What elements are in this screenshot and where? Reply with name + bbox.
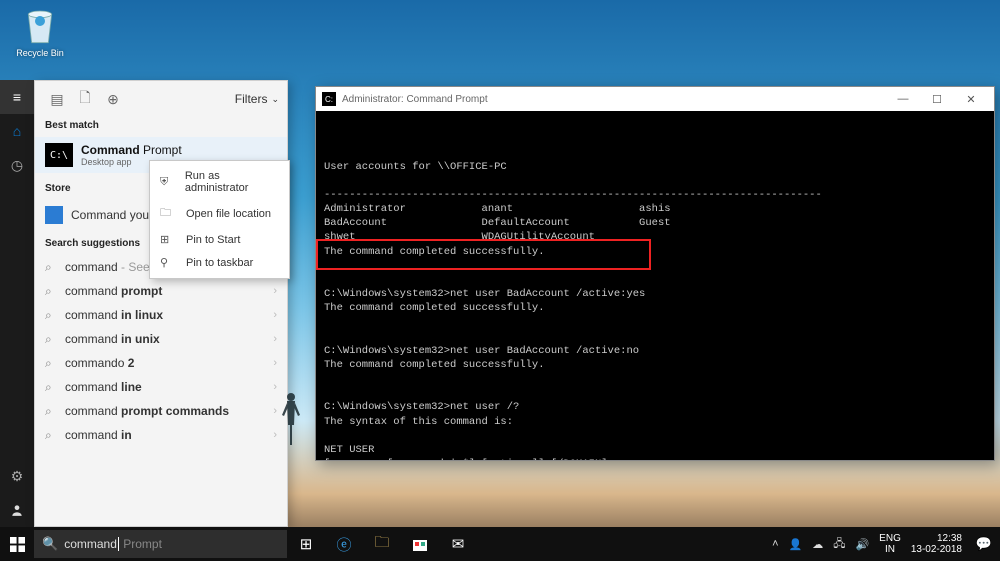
best-match-title: Command Prompt: [81, 143, 182, 157]
search-text: command Prompt: [64, 537, 162, 551]
nav-gear-icon[interactable]: ⚙: [0, 459, 34, 493]
taskbar: 🔍 command Prompt ⊞ ⓔ 🗀 ✉ ˄ 👤 ☁ 🖧 🔊 ENG I…: [0, 527, 1000, 561]
scope-web-icon[interactable]: ⊕: [99, 91, 127, 108]
ctx-open-file-location[interactable]: 🗀Open file location: [150, 199, 289, 228]
window-close[interactable]: ✕: [954, 87, 988, 111]
search-suggestion[interactable]: ⌕command prompt›: [35, 279, 287, 303]
search-icon: ⌕: [45, 284, 65, 299]
chevron-right-icon: ›: [273, 357, 277, 369]
search-icon: ⌕: [45, 332, 65, 347]
window-title: Administrator: Command Prompt: [342, 94, 488, 105]
system-tray: ˄ 👤 ☁ 🖧 🔊 ENG IN 12:38 13-02-2018: [766, 533, 968, 555]
highlight-box: [316, 239, 651, 270]
search-icon: 🔍: [42, 536, 58, 552]
search-icon: ⌕: [45, 260, 65, 275]
search-suggestion[interactable]: ⌕command in unix›: [35, 327, 287, 351]
chevron-right-icon: ›: [273, 309, 277, 321]
search-suggestion[interactable]: ⌕command in›: [35, 423, 287, 447]
taskbar-search[interactable]: 🔍 command Prompt: [34, 530, 287, 558]
recycle-bin-icon: [23, 6, 57, 46]
action-center-icon[interactable]: 💬: [968, 527, 1000, 561]
start-search-panel: ▤ 🗋 ⊕ Filters ⌄ Best match C:\ Command P…: [34, 80, 288, 527]
search-suggestion[interactable]: ⌕commando 2›: [35, 351, 287, 375]
recycle-bin-label: Recycle Bin: [10, 48, 70, 58]
best-match-header: Best match: [35, 117, 287, 137]
filters-dropdown[interactable]: Filters ⌄: [235, 92, 279, 106]
cmd-icon: C:\: [45, 143, 73, 167]
scope-documents-icon[interactable]: 🗋: [71, 87, 99, 111]
panel-top-scopes: ▤ 🗋 ⊕ Filters ⌄: [35, 81, 287, 117]
pin-start-icon: ⊞: [160, 233, 176, 246]
chevron-right-icon: ›: [273, 405, 277, 417]
nav-hamburger-icon[interactable]: ≡: [0, 80, 34, 114]
taskbar-store-icon[interactable]: [401, 527, 439, 561]
search-icon: ⌕: [45, 356, 65, 371]
admin-shield-icon: ⛨: [160, 176, 175, 189]
tray-people-icon[interactable]: 👤: [789, 538, 803, 551]
window-titlebar[interactable]: C: Administrator: Command Prompt — ☐ ✕: [316, 87, 994, 111]
taskbar-pinned: ⊞ ⓔ 🗀 ✉: [287, 527, 477, 561]
search-icon: ⌕: [45, 404, 65, 419]
search-suggestion[interactable]: ⌕command prompt commands›: [35, 399, 287, 423]
store-app-icon: [45, 206, 63, 224]
context-menu: ⛨Run as administrator 🗀Open file locatio…: [149, 160, 290, 279]
search-suggestion[interactable]: ⌕command line›: [35, 375, 287, 399]
start-button[interactable]: [0, 527, 34, 561]
search-suggestion[interactable]: ⌕command in linux›: [35, 303, 287, 327]
tray-network-icon[interactable]: 🖧: [833, 535, 845, 554]
chevron-right-icon: ›: [273, 285, 277, 297]
chevron-down-icon: ⌄: [271, 94, 279, 105]
nav-user-icon[interactable]: [0, 493, 34, 527]
taskbar-explorer-icon[interactable]: 🗀: [363, 527, 401, 561]
tray-chevron-icon[interactable]: ˄: [772, 538, 778, 550]
tray-onedrive-icon[interactable]: ☁: [812, 538, 823, 551]
search-icon: ⌕: [45, 428, 65, 443]
store-result-label: Command your: [71, 208, 153, 222]
taskbar-mail-icon[interactable]: ✉: [439, 527, 477, 561]
chevron-right-icon: ›: [273, 429, 277, 441]
tray-volume-icon[interactable]: 🔊: [855, 538, 869, 551]
chevron-right-icon: ›: [273, 333, 277, 345]
search-icon: ⌕: [45, 380, 65, 395]
start-side-rail: ≡ ⌂ ◷ ⚙: [0, 80, 34, 527]
ctx-pin-to-taskbar[interactable]: ⚲Pin to taskbar: [150, 251, 289, 274]
pin-taskbar-icon: ⚲: [160, 256, 176, 269]
taskbar-edge-icon[interactable]: ⓔ: [325, 527, 363, 561]
tray-language[interactable]: ENG IN: [879, 533, 901, 555]
scope-apps-icon[interactable]: ▤: [43, 91, 71, 108]
ctx-run-as-admin[interactable]: ⛨Run as administrator: [150, 165, 289, 199]
window-command-prompt[interactable]: C: Administrator: Command Prompt — ☐ ✕ U…: [315, 86, 995, 461]
console-output[interactable]: User accounts for \\OFFICE-PC ----------…: [316, 111, 994, 460]
search-icon: ⌕: [45, 308, 65, 323]
folder-icon: 🗀: [160, 204, 176, 223]
nav-home-icon[interactable]: ⌂: [0, 114, 34, 148]
task-view-icon[interactable]: ⊞: [287, 527, 325, 561]
chevron-right-icon: ›: [273, 381, 277, 393]
nav-clock-icon[interactable]: ◷: [0, 148, 34, 182]
desktop-icon-recycle-bin[interactable]: Recycle Bin: [10, 6, 70, 58]
window-maximize[interactable]: ☐: [920, 87, 954, 111]
tray-clock[interactable]: 12:38 13-02-2018: [911, 533, 962, 555]
filters-label: Filters: [235, 92, 268, 106]
ctx-pin-to-start[interactable]: ⊞Pin to Start: [150, 228, 289, 251]
cmd-titlebar-icon: C:: [322, 92, 336, 106]
window-minimize[interactable]: —: [886, 87, 920, 111]
